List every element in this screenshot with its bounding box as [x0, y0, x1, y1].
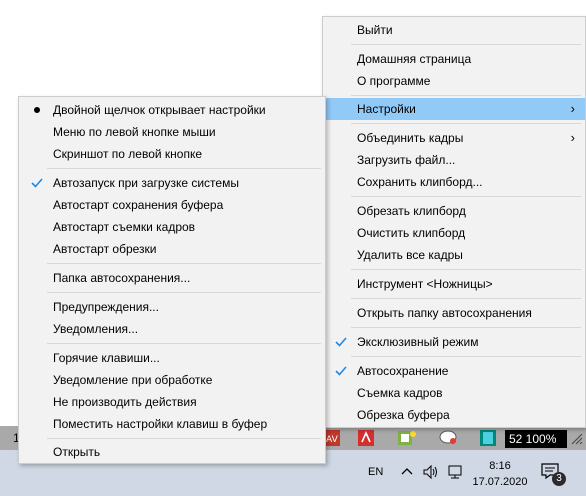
- menu-item-save-clipboard[interactable]: Сохранить клипборд...: [323, 171, 585, 193]
- menu-item-label: Домашняя страница: [357, 52, 472, 66]
- menu-item-label: Открыть: [53, 445, 101, 459]
- submenu-item-autostart-system[interactable]: Автозапуск при загрузке системы: [19, 172, 325, 194]
- menu-item-label: Автостарт сохранения буфера: [53, 198, 224, 212]
- menu-item-load-file[interactable]: Загрузить файл...: [323, 149, 585, 171]
- menu-item-label: Не производить действия: [53, 395, 197, 409]
- separator: [351, 327, 581, 328]
- menu-item-label: Очистить клипборд: [357, 226, 466, 240]
- menu-item-label: Настройки: [357, 102, 416, 116]
- svg-text:AV: AV: [326, 435, 339, 445]
- menu-item-label: Открыть папку автосохранения: [357, 306, 532, 320]
- menu-item-crop-clipboard[interactable]: Обрезать клипборд: [323, 200, 585, 222]
- separator: [351, 356, 581, 357]
- settings-submenu: Двойной щелчок открывает настройки Меню …: [18, 96, 326, 464]
- menu-item-label: Поместить настройки клавиш в буфер: [53, 417, 268, 431]
- menu-item-label: Папка автосохранения...: [53, 271, 191, 285]
- separator: [47, 292, 321, 293]
- network-icon[interactable]: [446, 464, 464, 483]
- chat-icon[interactable]: [438, 428, 458, 448]
- submenu-item-notifications[interactable]: Уведомления...: [19, 318, 325, 340]
- resize-grip-icon[interactable]: [568, 430, 584, 446]
- zoom-readout: 52 100%: [505, 430, 567, 448]
- notification-count-badge: 3: [552, 472, 566, 486]
- menu-item-frame-capture[interactable]: Съемка кадров: [323, 382, 585, 404]
- separator: [351, 44, 581, 45]
- menu-item-label: Выйти: [357, 23, 393, 37]
- menu-item-label: Съемка кадров: [357, 386, 443, 400]
- submenu-item-autostart-frame-capture[interactable]: Автостарт съемки кадров: [19, 216, 325, 238]
- menu-item-label: О программе: [357, 74, 431, 88]
- menu-item-label: Сохранить клипборд...: [357, 175, 483, 189]
- submenu-item-autostart-buffer-save[interactable]: Автостарт сохранения буфера: [19, 194, 325, 216]
- separator: [47, 263, 321, 264]
- menu-item-label: Горячие клавиши...: [53, 351, 160, 365]
- menu-item-scissors-tool[interactable]: Инструмент <Ножницы>: [323, 273, 585, 295]
- separator: [47, 343, 321, 344]
- menu-item-label: Меню по левой кнопке мыши: [53, 125, 216, 139]
- menu-item-homepage[interactable]: Домашняя страница: [323, 48, 585, 70]
- submenu-item-no-action[interactable]: Не производить действия: [19, 391, 325, 413]
- language-indicator[interactable]: EN: [368, 466, 383, 478]
- menu-item-label: Скриншот по левой кнопке: [53, 147, 203, 161]
- menu-item-label: Инструмент <Ножницы>: [357, 277, 493, 291]
- menu-item-label: Объединить кадры: [357, 131, 464, 145]
- clock-date: 17.07.2020: [472, 476, 528, 488]
- pdf-icon[interactable]: [356, 428, 376, 448]
- clipboard-app-icon[interactable]: [396, 428, 416, 448]
- submenu-item-copy-hotkeys[interactable]: Поместить настройки клавиш в буфер: [19, 413, 325, 435]
- checkmark-icon: [333, 331, 349, 353]
- submenu-item-left-click-screenshot[interactable]: Скриншот по левой кнопке: [19, 143, 325, 165]
- menu-item-autosave[interactable]: Автосохранение: [323, 360, 585, 382]
- chevron-right-icon: ›: [570, 101, 575, 116]
- separator: [351, 298, 581, 299]
- menu-item-label: Предупреждения...: [53, 300, 159, 314]
- submenu-item-left-click-menu[interactable]: Меню по левой кнопке мыши: [19, 121, 325, 143]
- submenu-item-double-click-settings[interactable]: Двойной щелчок открывает настройки: [19, 99, 325, 121]
- chevron-right-icon: ›: [570, 130, 575, 145]
- menu-item-label: Уведомление при обработке: [53, 373, 213, 387]
- menu-item-label: Автосохранение: [357, 364, 449, 378]
- menu-item-delete-frames[interactable]: Удалить все кадры: [323, 244, 585, 266]
- submenu-item-autostart-crop[interactable]: Автостарт обрезки: [19, 238, 325, 260]
- menu-item-label: Уведомления...: [53, 322, 139, 336]
- main-context-menu: Выйти Домашняя страница О программе Наст…: [322, 16, 586, 428]
- menu-item-label: Двойной щелчок открывает настройки: [53, 103, 266, 117]
- menu-item-about[interactable]: О программе: [323, 70, 585, 92]
- menu-item-label: Автозапуск при загрузке системы: [53, 176, 239, 190]
- menu-item-merge-frames[interactable]: Объединить кадры ›: [323, 127, 585, 149]
- separator: [351, 95, 581, 96]
- checkmark-icon: [333, 360, 349, 382]
- separator: [47, 168, 321, 169]
- separator: [351, 123, 581, 124]
- film-icon[interactable]: [478, 428, 498, 448]
- menu-item-clear-clipboard[interactable]: Очистить клипборд: [323, 222, 585, 244]
- speaker-icon[interactable]: [422, 464, 440, 483]
- menu-item-exit[interactable]: Выйти: [323, 19, 585, 41]
- menu-item-label: Эксклюзивный режим: [357, 335, 479, 349]
- menu-item-label: Обрезка буфера: [357, 408, 450, 422]
- clock[interactable]: 8:16 17.07.2020: [470, 458, 530, 490]
- submenu-item-hotkeys[interactable]: Горячие клавиши...: [19, 347, 325, 369]
- submenu-item-processing-notification[interactable]: Уведомление при обработке: [19, 369, 325, 391]
- radio-dot-icon: [29, 99, 45, 121]
- menu-item-settings[interactable]: Настройки ›: [323, 98, 585, 120]
- submenu-item-warnings[interactable]: Предупреждения...: [19, 296, 325, 318]
- menu-item-label: Загрузить файл...: [357, 153, 456, 167]
- separator: [47, 438, 321, 439]
- checkmark-icon: [29, 172, 45, 194]
- menu-item-open-autosave-folder[interactable]: Открыть папку автосохранения: [323, 302, 585, 324]
- submenu-item-autosave-folder[interactable]: Папка автосохранения...: [19, 267, 325, 289]
- menu-item-label: Удалить все кадры: [357, 248, 463, 262]
- separator: [351, 196, 581, 197]
- submenu-item-open[interactable]: Открыть: [19, 441, 325, 463]
- chevron-up-icon[interactable]: [400, 464, 414, 481]
- menu-item-label: Автостарт обрезки: [53, 242, 157, 256]
- separator: [351, 269, 581, 270]
- menu-item-label: Автостарт съемки кадров: [53, 220, 196, 234]
- menu-item-label: Обрезать клипборд: [357, 204, 466, 218]
- clock-time: 8:16: [489, 460, 511, 472]
- menu-item-exclusive-mode[interactable]: Эксклюзивный режим: [323, 331, 585, 353]
- menu-item-buffer-crop[interactable]: Обрезка буфера: [323, 404, 585, 426]
